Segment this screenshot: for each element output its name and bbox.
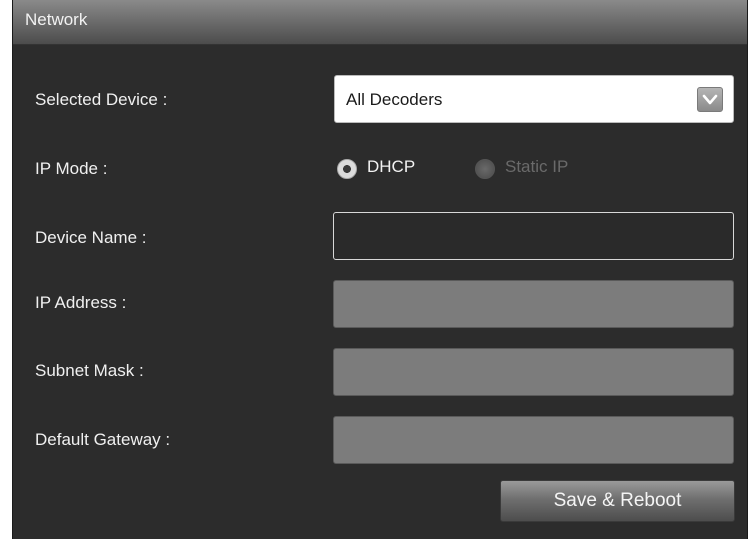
ip-address-input[interactable] [333, 280, 734, 328]
panel-title: Network [25, 10, 88, 29]
selected-device-label: Selected Device : [35, 90, 168, 109]
chevron-down-icon[interactable] [697, 87, 723, 112]
save-reboot-button[interactable]: Save & Reboot [500, 480, 735, 522]
subnet-mask-input[interactable] [333, 348, 734, 396]
device-name-input[interactable] [333, 212, 734, 260]
ip-mode-label: IP Mode : [35, 159, 108, 178]
ip-address-label: IP Address : [35, 293, 127, 312]
ip-mode-dhcp-radio[interactable]: DHCP [337, 157, 447, 179]
ip-mode-static-radio[interactable]: Static IP [475, 157, 605, 179]
default-gateway-input[interactable] [333, 416, 734, 464]
radio-selected-icon [337, 159, 357, 179]
ip-mode-static-label: Static IP [505, 157, 569, 176]
selected-device-value: All Decoders [346, 90, 443, 109]
subnet-mask-label: Subnet Mask : [35, 361, 144, 380]
network-panel: Network Selected Device : All Decoders I… [12, 0, 748, 539]
panel-header: Network [13, 0, 747, 45]
device-name-label: Device Name : [35, 228, 147, 247]
selected-device-dropdown[interactable]: All Decoders [334, 75, 734, 123]
ip-mode-dhcp-label: DHCP [367, 157, 416, 176]
radio-unselected-icon [475, 159, 495, 179]
default-gateway-label: Default Gateway : [35, 430, 171, 449]
